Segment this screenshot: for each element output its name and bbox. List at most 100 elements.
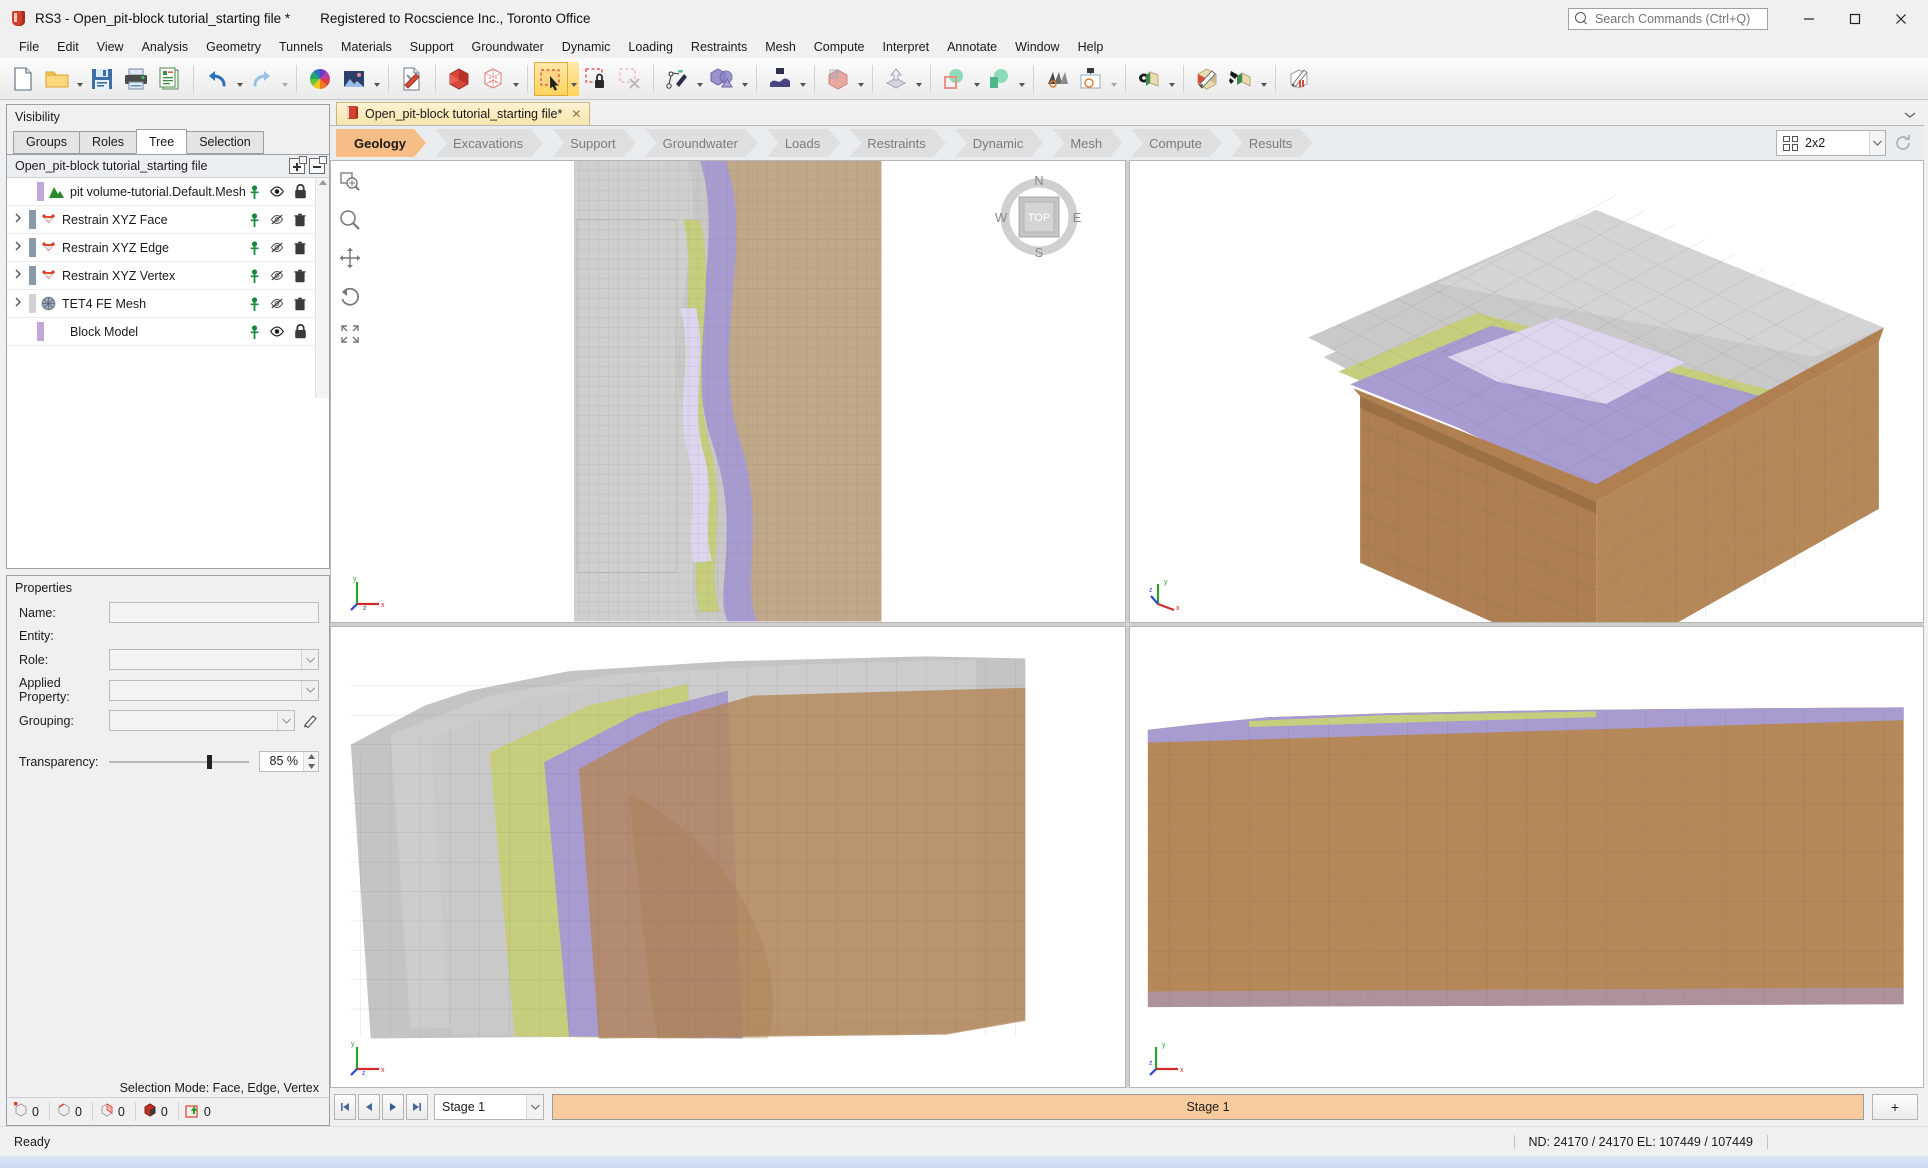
viewport-iso-view[interactable]: y x z [1128,160,1924,623]
stage-timeline-track[interactable]: Stage 1 [552,1094,1864,1120]
pin-icon[interactable] [247,268,261,283]
menu-item-analysis[interactable]: Analysis [133,37,198,58]
workflow-tab-compute[interactable]: Compute [1131,129,1222,157]
add-stage-button[interactable]: + [1872,1094,1918,1120]
menu-item-loading[interactable]: Loading [619,37,682,58]
open-folder-dropdown[interactable] [74,62,85,96]
transparency-slider[interactable] [109,753,249,771]
chevron-down-icon[interactable] [301,650,318,669]
document-tab[interactable]: Open_pit-block tutorial_starting file* ✕ [336,102,591,125]
role-combo[interactable] [109,649,319,670]
print-icon[interactable] [119,62,153,96]
mesh-volume-icon[interactable] [821,62,855,96]
layout-selector[interactable]: 2x2 [1776,130,1886,156]
chevron-down-icon[interactable] [301,680,318,700]
tab-roles[interactable]: Roles [79,131,137,154]
chevron-down-icon[interactable] [526,1095,543,1119]
menu-item-support[interactable]: Support [401,37,463,58]
workflow-tab-geology[interactable]: Geology [336,129,426,157]
close-icon[interactable]: ✕ [571,107,581,121]
trash-icon[interactable] [293,240,307,255]
tree-view[interactable]: pit volume-tutorial.Default.Mesh Restrain… [7,178,329,398]
workflow-tab-restraints[interactable]: Restraints [849,129,946,157]
expand-all-icon[interactable] [289,156,307,174]
edit-properties-icon[interactable] [1282,62,1316,96]
lock-icon[interactable] [293,184,307,199]
tree-item[interactable]: pit volume-tutorial.Default.Mesh [7,178,315,206]
menu-item-annotate[interactable]: Annotate [938,37,1006,58]
zoom-extents-icon[interactable] [335,319,365,349]
viewport-top-view[interactable]: TOP N S E W y x z [330,160,1126,623]
maximize-button[interactable] [1832,4,1878,34]
extrude-dropdown[interactable] [913,62,924,96]
show-materials-icon[interactable] [1132,62,1166,96]
minimize-button[interactable] [1786,4,1832,34]
transparency-up-arrow[interactable] [304,752,318,762]
menu-item-tunnels[interactable]: Tunnels [270,37,332,58]
chevron-right-icon[interactable] [7,241,29,254]
workflow-tab-groundwater[interactable]: Groundwater [645,129,758,157]
chevron-down-icon[interactable] [1869,131,1885,155]
workflow-tab-dynamic[interactable]: Dynamic [955,129,1044,157]
menu-item-help[interactable]: Help [1069,37,1113,58]
eye-hidden-icon[interactable] [270,240,284,255]
menu-item-geometry[interactable]: Geometry [197,37,270,58]
extrude-icon[interactable] [879,62,913,96]
import-surface-icon[interactable] [763,62,797,96]
stage-first-button[interactable] [334,1094,356,1120]
menu-item-file[interactable]: File [10,37,48,58]
lock-icon[interactable] [293,324,307,339]
tab-groups[interactable]: Groups [13,131,80,154]
stage-layers-icon[interactable] [1040,62,1074,96]
geometry-pen-icon[interactable] [660,62,694,96]
view-compass[interactable]: TOP N S E W [993,171,1085,263]
undo-icon[interactable] [200,62,234,96]
trash-icon[interactable] [293,212,307,227]
boolean-union-dropdown[interactable] [739,62,750,96]
trash-icon[interactable] [293,296,307,311]
pin-icon[interactable] [247,184,261,199]
applied-property-combo[interactable] [109,679,319,701]
boolean-union-icon[interactable] [705,62,739,96]
undo-dropdown[interactable] [234,62,245,96]
menu-item-compute[interactable]: Compute [805,37,874,58]
color-wheel-icon[interactable] [303,62,337,96]
report-icon[interactable] [153,62,187,96]
stage-selector[interactable]: Stage 1 [434,1094,544,1120]
redo-dropdown[interactable] [279,62,290,96]
close-button[interactable] [1878,4,1924,34]
viewport-front-view[interactable]: y x z [330,625,1126,1088]
tab-selection[interactable]: Selection [186,131,264,154]
tree-item[interactable]: Restrain XYZ Face [7,206,315,234]
chevron-right-icon[interactable] [7,297,29,310]
export-image-icon[interactable] [1074,62,1108,96]
chevron-right-icon[interactable] [7,269,29,282]
new-file-icon[interactable] [6,62,40,96]
paint-material-dropdown[interactable] [1258,62,1269,96]
redo-icon[interactable] [245,62,279,96]
search-commands-box[interactable] [1568,7,1768,30]
refresh-icon[interactable] [1890,130,1916,156]
pin-icon[interactable] [247,296,261,311]
import-surface-dropdown[interactable] [797,62,808,96]
eye-hidden-icon[interactable] [270,212,284,227]
solid-volume-icon[interactable] [442,62,476,96]
intersect-shapes-icon[interactable] [982,62,1016,96]
clear-selection-icon[interactable] [613,62,647,96]
menu-item-interpret[interactable]: Interpret [874,37,939,58]
viewport-side-view[interactable]: y x z [1128,625,1924,1088]
menu-item-edit[interactable]: Edit [48,37,88,58]
mesh-box-dropdown[interactable] [510,62,521,96]
open-folder-icon[interactable] [40,62,74,96]
grouping-combo[interactable] [109,710,295,731]
workflow-tab-mesh[interactable]: Mesh [1052,129,1122,157]
tree-item[interactable]: TET4 FE Mesh [7,290,315,318]
mesh-box-icon[interactable] [476,62,510,96]
mesh-volume-dropdown[interactable] [855,62,866,96]
image-icon[interactable] [337,62,371,96]
tab-overflow-chevron-down-icon[interactable] [1904,107,1916,122]
workflow-tab-loads[interactable]: Loads [767,129,840,157]
geometry-pen-dropdown[interactable] [694,62,705,96]
pencil-icon[interactable] [301,713,319,728]
stage-prev-button[interactable] [358,1094,380,1120]
